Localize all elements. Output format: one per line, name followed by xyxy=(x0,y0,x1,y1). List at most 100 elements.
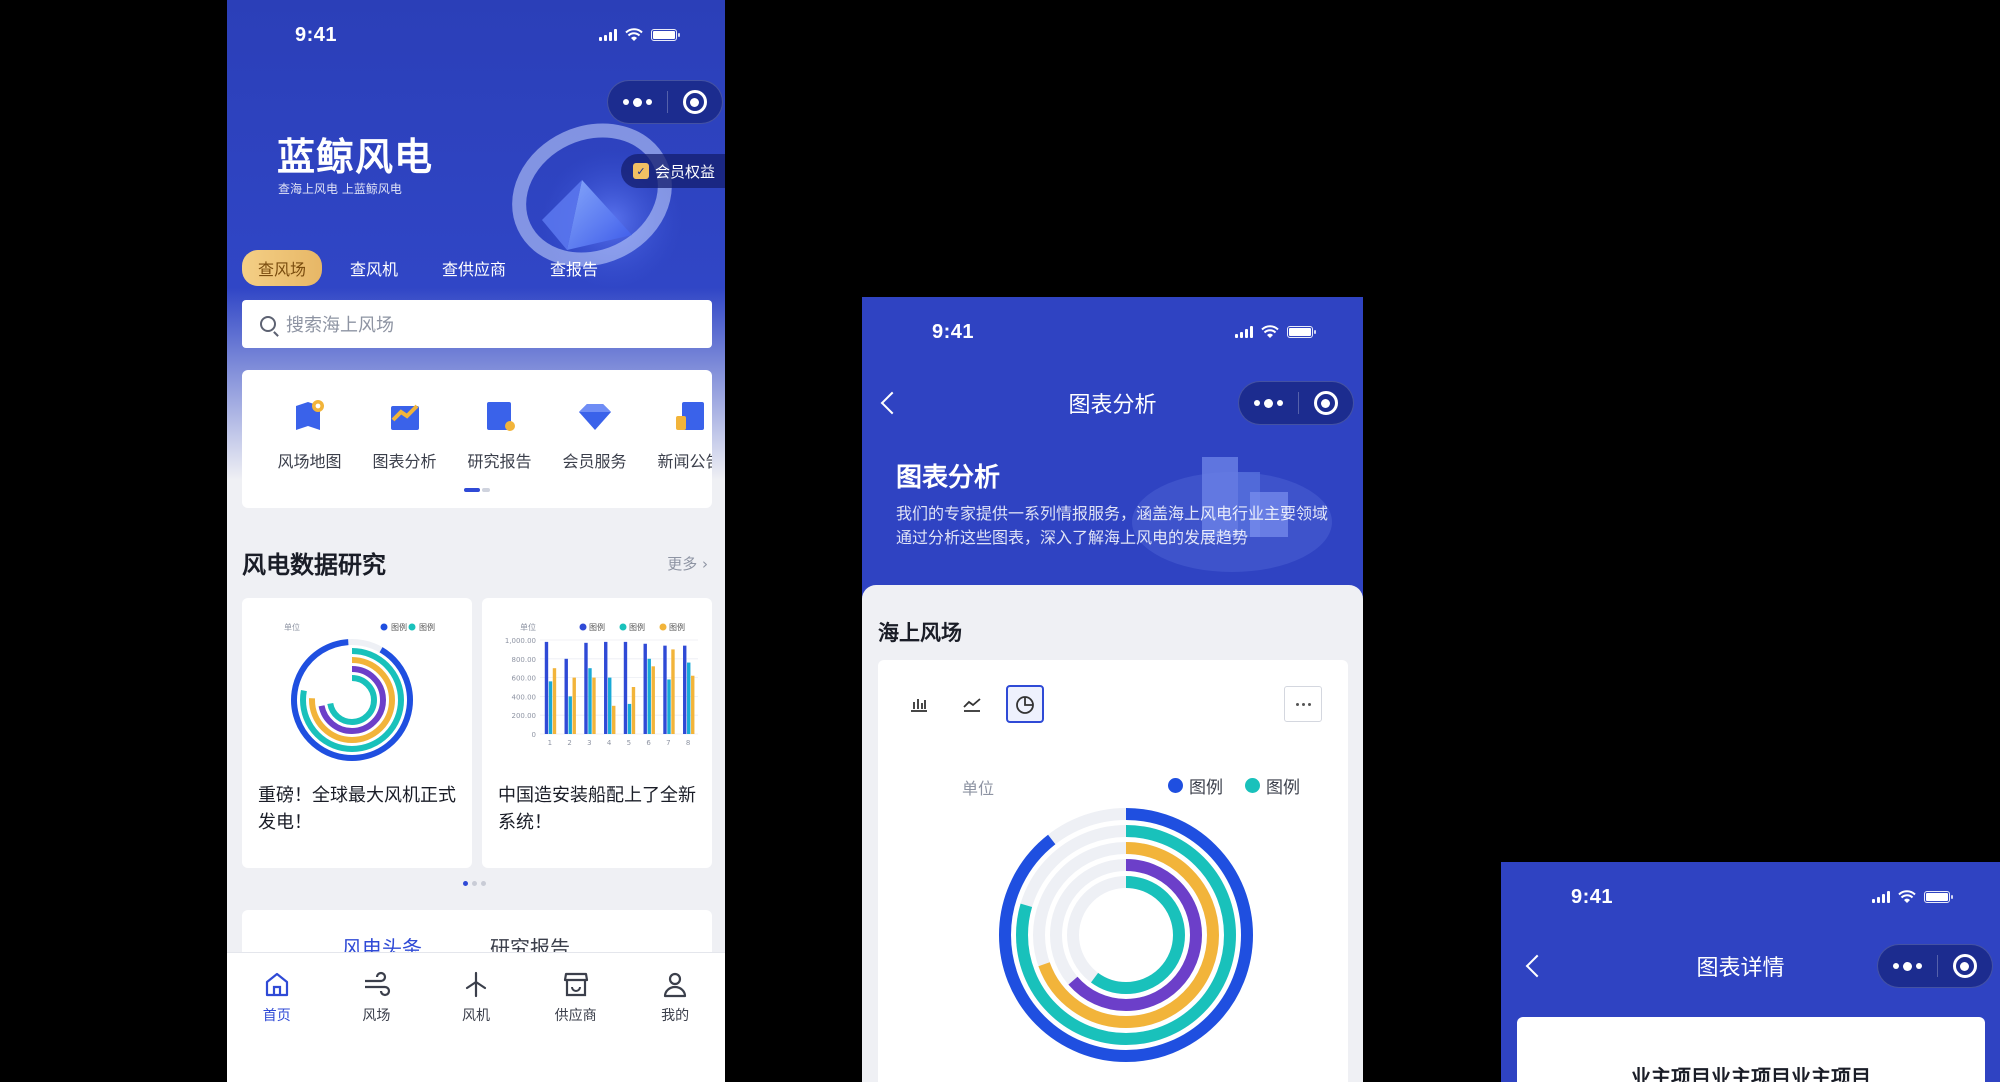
vip-label: 会员权益 xyxy=(655,162,716,181)
quick-item-member-service[interactable]: 会员服务 xyxy=(547,398,642,472)
bar xyxy=(604,641,608,734)
svg-text:图例: 图例 xyxy=(391,622,407,632)
bar xyxy=(552,668,557,734)
y-tick-label: 800.00 xyxy=(512,656,537,664)
tab-supplier[interactable]: 查供应商 xyxy=(426,250,522,286)
nav-home[interactable]: 首页 xyxy=(232,969,322,1042)
bar xyxy=(687,662,691,734)
bar xyxy=(584,642,588,734)
chart-analysis-icon xyxy=(390,404,419,430)
legend-item: 图例 xyxy=(1245,773,1300,798)
bar xyxy=(588,668,592,734)
analysis-heading: 图表分析 xyxy=(896,463,1001,493)
article-title: 重磅！全球最大风机正式发电！ xyxy=(258,785,456,833)
y-tick-label: 0 xyxy=(532,731,536,739)
tab-report[interactable]: 查报告 xyxy=(534,250,614,286)
bar xyxy=(683,645,687,734)
nav-wind-farm[interactable]: 风场 xyxy=(331,969,421,1042)
analysis-sheet: 海上风场 单位 图例 图例 xyxy=(862,585,1363,1082)
thumb-unit: 单位 xyxy=(284,622,300,632)
x-tick-label: 6 xyxy=(646,739,651,747)
article-card[interactable]: 单位 图例 图例 图例 1,000.00 800.00 600.00 400.00 20… xyxy=(482,598,712,868)
detail-screen: 9:41 图表详情 业主项目业主项目业主项目 xyxy=(1501,862,2000,1082)
x-tick-label: 4 xyxy=(607,739,612,747)
svg-text:图例: 图例 xyxy=(419,622,435,632)
home-screen: 9:41 蓝鲸风电 查海上风电 上蓝鲸风电 ✓ 会员权益 查风场 查风机 查供应… xyxy=(227,0,725,1082)
wifi-icon xyxy=(1898,890,1916,903)
signal-icon xyxy=(599,29,617,41)
more-dots-icon[interactable] xyxy=(1893,961,1923,971)
bar xyxy=(608,677,612,734)
more-dots-icon[interactable] xyxy=(623,97,653,107)
more-link[interactable]: 更多 › xyxy=(667,553,708,574)
svg-text:图例: 图例 xyxy=(629,622,645,632)
bar xyxy=(691,675,695,734)
battery-icon xyxy=(1287,326,1316,338)
quick-item-news[interactable]: 新闻公告 xyxy=(642,398,712,472)
close-target-icon[interactable] xyxy=(1952,954,1977,978)
quick-item-farm-map[interactable]: 风场地图 xyxy=(262,398,357,472)
ring-chart-thumbnail: 单位 图例 图例 xyxy=(284,622,435,761)
report-icon xyxy=(486,402,515,431)
bar xyxy=(663,645,667,734)
more-dots-icon[interactable] xyxy=(1254,398,1284,408)
status-time: 9:41 xyxy=(932,321,975,343)
bar xyxy=(572,677,576,734)
analysis-screen: 9:41 图表分析 图表分析 我们的专家提供一系列情报服务，涵盖海上风电行业主要… xyxy=(862,297,1363,1082)
y-tick-label: 400.00 xyxy=(512,693,537,701)
analysis-description: 我们的专家提供一系列情报服务，涵盖海上风电行业主要领域 通过分析这些图表，深入了… xyxy=(896,504,1329,547)
nav-supplier[interactable]: 供应商 xyxy=(531,969,621,1042)
bar xyxy=(627,703,632,734)
status-time: 9:41 xyxy=(295,24,338,46)
article-card[interactable]: 单位 图例 图例 重磅！全球最大风机正式发电！ xyxy=(242,598,472,868)
status-time: 9:41 xyxy=(1571,886,1614,908)
user-icon xyxy=(664,972,687,998)
thumb-unit: 单位 xyxy=(520,622,536,632)
close-target-icon[interactable] xyxy=(1313,391,1338,415)
y-tick-label: 600.00 xyxy=(512,675,537,683)
nav-profile[interactable]: 我的 xyxy=(630,969,720,1042)
chart-panel: 单位 图例 图例 xyxy=(878,660,1348,1082)
quick-item-chart-analysis[interactable]: 图表分析 xyxy=(357,398,452,472)
pie-chart-toggle[interactable] xyxy=(1006,685,1044,723)
section-title: 风电数据研究 xyxy=(242,551,386,579)
bar xyxy=(623,641,628,734)
tab-turbine[interactable]: 查风机 xyxy=(334,250,414,286)
news-icon xyxy=(675,402,704,430)
status-bar: 9:41 xyxy=(862,297,1363,367)
x-tick-label: 1 xyxy=(548,739,552,747)
search-icon xyxy=(260,316,276,332)
y-tick-label: 200.00 xyxy=(512,712,537,720)
x-tick-label: 8 xyxy=(686,739,690,747)
ring-chart xyxy=(999,808,1253,1062)
bar xyxy=(548,681,553,734)
wind-icon xyxy=(365,971,391,997)
article-title: 中国造安装船配上了全新系统！ xyxy=(498,785,696,833)
home-indicator-area xyxy=(227,1042,725,1082)
bottom-navigation: 首页 风场 风机 供应商 我的 xyxy=(227,952,725,1042)
tab-wind-farm[interactable]: 查风场 xyxy=(242,250,323,286)
nav-turbine[interactable]: 风机 xyxy=(431,969,521,1042)
bar-chart-thumbnail: 单位 图例 图例 图例 1,000.00800.00600.00400.0020… xyxy=(505,622,698,747)
status-bar: 9:41 xyxy=(227,0,725,70)
bar xyxy=(544,641,549,734)
vip-benefits-button[interactable]: ✓ 会员权益 xyxy=(621,154,725,188)
line-chart-toggle[interactable] xyxy=(953,685,991,723)
x-tick-label: 5 xyxy=(627,739,631,747)
brand-subtitle: 查海上风电 上蓝鲸风电 xyxy=(278,182,402,196)
status-bar: 9:41 xyxy=(1501,862,2000,932)
store-icon xyxy=(563,972,588,997)
svg-text:图例: 图例 xyxy=(669,622,685,632)
bar xyxy=(612,705,616,734)
signal-icon xyxy=(1235,326,1253,338)
wifi-icon xyxy=(1261,325,1279,338)
quick-item-research-report[interactable]: 研究报告 xyxy=(452,398,547,472)
bar-chart-toggle[interactable] xyxy=(900,685,938,723)
turbine-icon xyxy=(465,971,487,998)
x-tick-label: 3 xyxy=(587,739,591,747)
bar xyxy=(667,679,671,734)
x-tick-label: 7 xyxy=(666,739,670,747)
search-input[interactable]: 搜索海上风场 xyxy=(242,300,712,348)
quick-access-panel: 风场地图 图表分析 研究报告 会员服务 新闻公告 xyxy=(242,370,712,508)
more-options-button[interactable] xyxy=(1284,686,1322,722)
